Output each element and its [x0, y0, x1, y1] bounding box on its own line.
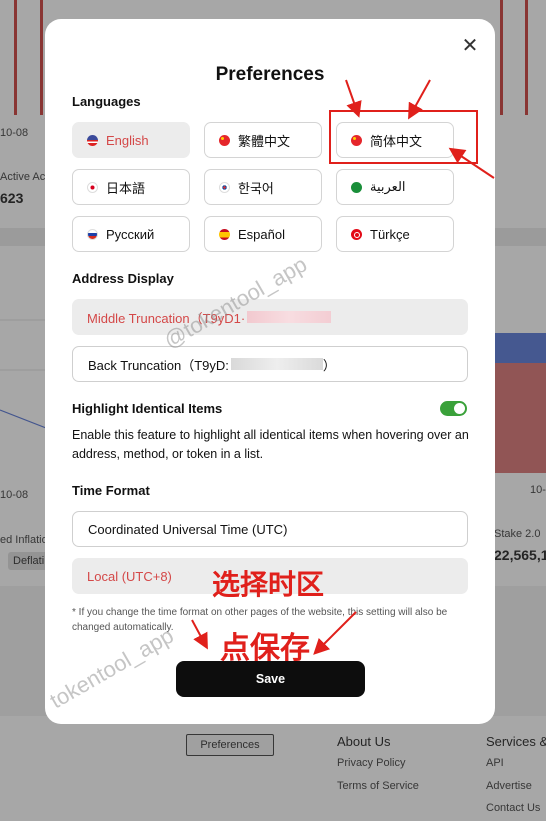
us-flag-icon [87, 134, 98, 146]
language-label: 日本語 [106, 180, 146, 196]
language-label: English [106, 132, 149, 148]
highlight-description: Enable this feature to highlight all ide… [72, 428, 469, 461]
language-label: Русский [106, 226, 155, 242]
address-option-label: Back Truncation（T9yD: [88, 357, 229, 373]
ru-flag-icon [87, 228, 98, 240]
language-option-korean[interactable]: 한국어 [204, 169, 322, 205]
highlight-toggle[interactable] [440, 401, 467, 416]
cn-flag-icon [219, 134, 230, 146]
highlight-label: Highlight Identical Items [72, 401, 223, 416]
annotation-select-timezone: 选择时区 [212, 569, 325, 600]
redacted-address [230, 358, 323, 370]
annotation-highlight-box [329, 110, 478, 164]
language-option-traditional-chinese[interactable]: 繁體中文 [204, 122, 322, 158]
address-option-back-truncation[interactable]: Back Truncation（T9yD: ） [72, 346, 468, 382]
time-option-label: Coordinated Universal Time (UTC) [88, 521, 288, 537]
language-option-arabic[interactable]: العربية [336, 169, 454, 205]
language-option-turkish[interactable]: Türkçe [336, 216, 454, 252]
address-option-middle-truncation[interactable]: Middle Truncation（T9yD1· [72, 299, 468, 335]
language-label: Español [238, 226, 285, 242]
language-label: Türkçe [370, 226, 410, 242]
kr-flag-icon [219, 181, 230, 193]
modal-title: Preferences [215, 64, 325, 85]
language-label: 한국어 [238, 180, 274, 196]
language-option-english[interactable]: English [72, 122, 190, 158]
time-format-label: Time Format [72, 483, 150, 498]
languages-label: Languages [72, 94, 141, 109]
sa-flag-icon [351, 181, 362, 193]
language-option-russian[interactable]: Русский [72, 216, 190, 252]
tr-flag-icon [351, 228, 362, 240]
language-option-spanish[interactable]: Español [204, 216, 322, 252]
redacted-address [247, 311, 332, 323]
toggle-knob [454, 403, 465, 414]
address-option-suffix: ） [322, 357, 336, 373]
language-label: العربية [370, 179, 406, 194]
time-option-label: Local (UTC+8) [87, 568, 172, 584]
language-option-japanese[interactable]: 日本語 [72, 169, 190, 205]
jp-flag-icon [87, 181, 98, 193]
annotation-click-save: 点保存 [220, 632, 310, 665]
language-label: 繁體中文 [238, 133, 291, 149]
address-display-label: Address Display [72, 271, 174, 286]
es-flag-icon [219, 228, 230, 240]
close-icon[interactable]: ✕ [460, 36, 480, 56]
time-option-utc[interactable]: Coordinated Universal Time (UTC) [72, 511, 468, 547]
